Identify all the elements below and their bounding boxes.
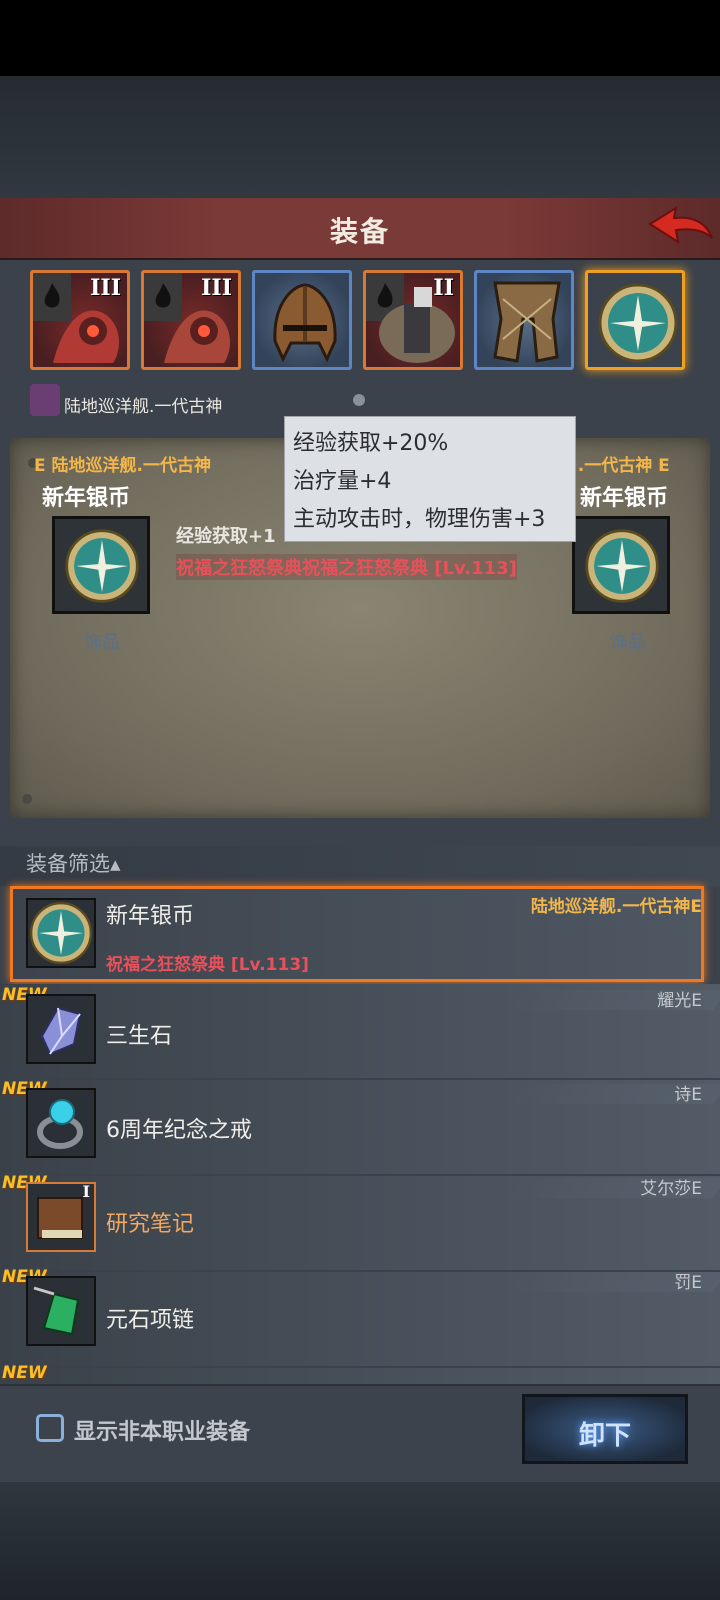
compare-right-icon[interactable]: [572, 516, 670, 614]
stat-tooltip: 经验获取+20% 治疗量+4 主动攻击时，物理伤害+3: [284, 416, 576, 542]
tier-label: II: [433, 275, 454, 301]
unequip-button[interactable]: 卸下: [522, 1394, 688, 1464]
character-avatar: [30, 384, 60, 416]
compare-set-line: 祝福之狂怒祭典祝福之狂怒祭典 [Lv.113]: [176, 554, 517, 580]
equip-slot-1[interactable]: III: [30, 270, 130, 370]
back-arrow-icon: [648, 205, 713, 245]
silver-coin-icon: [585, 529, 659, 603]
tier-label: III: [90, 275, 121, 301]
compare-left-name: 新年银币: [42, 486, 131, 511]
tooltip-line: 主动攻击时，物理伤害+3: [293, 507, 546, 532]
item-owner: 陆地巡洋舰.一代古神E: [530, 897, 702, 917]
character-name: 陆地巡洋舰.一代古神: [64, 397, 223, 417]
equip-slot-3[interactable]: [252, 270, 352, 370]
compare-left-owner: E 陆地巡洋舰.一代古神: [34, 456, 211, 476]
list-item[interactable]: [0, 1368, 720, 1384]
ring-icon: [26, 1088, 96, 1158]
silver-coin-icon: [26, 898, 96, 968]
item-name: 新年银币: [106, 904, 195, 929]
book-icon: I: [26, 1182, 96, 1252]
status-bar: [0, 0, 720, 76]
back-button[interactable]: [646, 202, 716, 254]
unequip-button-label: 卸下: [578, 1421, 631, 1451]
item-owner: 罚E: [674, 1273, 702, 1293]
item-owner: 艾尔莎E: [640, 1179, 702, 1199]
crystal-icon: [26, 994, 96, 1064]
silver-coin-icon: [598, 283, 678, 363]
item-owner: 耀光E: [657, 991, 702, 1011]
equip-slot-4[interactable]: II: [363, 270, 463, 370]
checkbox-label[interactable]: 显示非本职业装备: [74, 1414, 250, 1446]
compare-left-type: 饰品: [84, 632, 120, 653]
compare-right-name: 新年银币: [580, 486, 669, 511]
item-set-line: 祝福之狂怒祭典 [Lv.113]: [106, 955, 309, 975]
background-upper: [0, 76, 720, 198]
tooltip-line: 经验获取+20%: [293, 431, 449, 456]
silver-coin-icon: [65, 529, 139, 603]
item-name: 研究笔记: [106, 1212, 195, 1237]
helmet-icon: [273, 283, 337, 363]
equipment-filter-toggle[interactable]: 装备筛选▴: [26, 848, 121, 878]
red-beast-armor-icon: [164, 310, 230, 363]
item-name: 6周年纪念之戒: [106, 1118, 252, 1143]
new-badge: NEW: [2, 1363, 47, 1383]
page-indicator-dot: [353, 394, 365, 406]
item-owner: 诗E: [674, 1085, 702, 1105]
equip-slot-6-selected[interactable]: [585, 270, 685, 370]
item-name: 三生石: [106, 1024, 173, 1049]
item-name: 元石项链: [106, 1308, 195, 1333]
emerald-necklace-icon: [26, 1276, 96, 1346]
corner-rivet: [22, 794, 32, 804]
tier-label: I: [82, 1182, 90, 1201]
page-title: 装备: [329, 215, 390, 248]
compare-stat-line: 经验获取+1: [176, 526, 276, 547]
equip-slot-5[interactable]: [474, 270, 574, 370]
red-beast-armor-icon: [53, 310, 119, 363]
compare-left-icon[interactable]: [52, 516, 150, 614]
background-lower: [0, 1480, 720, 1600]
show-other-class-checkbox[interactable]: [36, 1414, 64, 1442]
tier-label: III: [201, 275, 232, 301]
boots-icon: [493, 281, 561, 363]
compare-right-type: 饰品: [610, 632, 646, 653]
equip-slot-2[interactable]: III: [141, 270, 241, 370]
tooltip-line: 治疗量+4: [293, 469, 392, 494]
compare-right-owner: !.一代古神 E: [570, 456, 670, 476]
